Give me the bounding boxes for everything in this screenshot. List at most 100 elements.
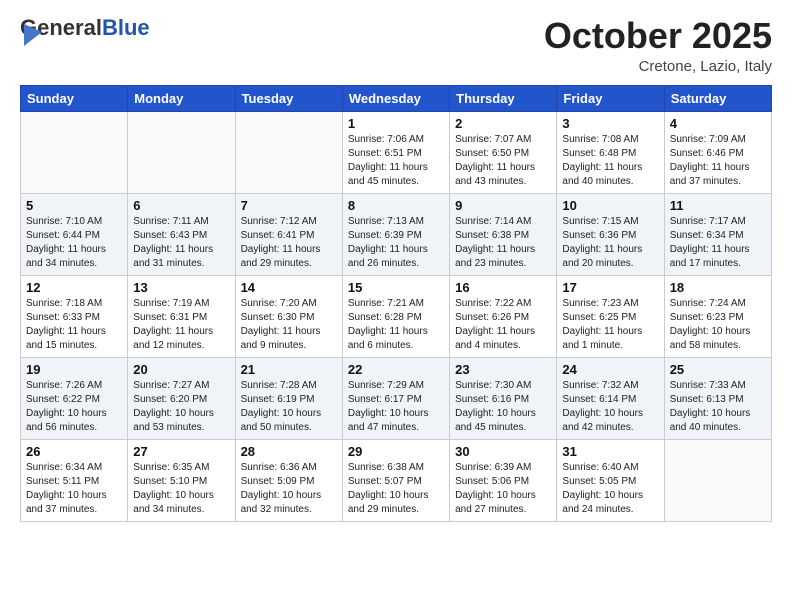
day-number: 30 [455, 444, 551, 459]
day-number: 24 [562, 362, 658, 377]
calendar-title: October 2025 [544, 16, 772, 56]
week-row-5: 26 Sunrise: 6:34 AMSunset: 5:11 PMDayligh… [21, 439, 772, 521]
day-info: Sunrise: 7:26 AMSunset: 6:22 PMDaylight:… [26, 379, 122, 435]
day-number: 25 [670, 362, 766, 377]
day-number: 20 [133, 362, 229, 377]
calendar-cell-w4-d5: 24 Sunrise: 7:32 AMSunset: 6:14 PMDayligh… [557, 357, 664, 439]
calendar-cell-w2-d0: 5 Sunrise: 7:10 AMSunset: 6:44 PMDaylight… [21, 193, 128, 275]
day-info: Sunrise: 6:39 AMSunset: 5:06 PMDaylight:… [455, 461, 551, 517]
calendar-cell-w3-d0: 12 Sunrise: 7:18 AMSunset: 6:33 PMDayligh… [21, 275, 128, 357]
day-number: 3 [562, 116, 658, 131]
day-info: Sunrise: 6:36 AMSunset: 5:09 PMDaylight:… [241, 461, 337, 517]
day-number: 31 [562, 444, 658, 459]
calendar-cell-w4-d1: 20 Sunrise: 7:27 AMSunset: 6:20 PMDayligh… [128, 357, 235, 439]
day-info: Sunrise: 6:38 AMSunset: 5:07 PMDaylight:… [348, 461, 444, 517]
header-friday: Friday [557, 85, 664, 111]
day-info: Sunrise: 7:11 AMSunset: 6:43 PMDaylight:… [133, 215, 229, 271]
day-number: 10 [562, 198, 658, 213]
calendar-cell-w2-d1: 6 Sunrise: 7:11 AMSunset: 6:43 PMDaylight… [128, 193, 235, 275]
calendar-cell-w5-d6 [664, 439, 771, 521]
day-info: Sunrise: 7:10 AMSunset: 6:44 PMDaylight:… [26, 215, 122, 271]
calendar-cell-w2-d5: 10 Sunrise: 7:15 AMSunset: 6:36 PMDayligh… [557, 193, 664, 275]
week-row-4: 19 Sunrise: 7:26 AMSunset: 6:22 PMDayligh… [21, 357, 772, 439]
day-number: 16 [455, 280, 551, 295]
day-info: Sunrise: 7:07 AMSunset: 6:50 PMDaylight:… [455, 133, 551, 189]
calendar-cell-w3-d2: 14 Sunrise: 7:20 AMSunset: 6:30 PMDayligh… [235, 275, 342, 357]
header-monday: Monday [128, 85, 235, 111]
calendar-cell-w4-d0: 19 Sunrise: 7:26 AMSunset: 6:22 PMDayligh… [21, 357, 128, 439]
calendar-cell-w5-d1: 27 Sunrise: 6:35 AMSunset: 5:10 PMDayligh… [128, 439, 235, 521]
title-block: October 2025 Cretone, Lazio, Italy [544, 16, 772, 75]
calendar-cell-w1-d0 [21, 111, 128, 193]
day-number: 12 [26, 280, 122, 295]
day-info: Sunrise: 7:06 AMSunset: 6:51 PMDaylight:… [348, 133, 444, 189]
day-info: Sunrise: 7:23 AMSunset: 6:25 PMDaylight:… [562, 297, 658, 353]
day-number: 14 [241, 280, 337, 295]
day-info: Sunrise: 7:20 AMSunset: 6:30 PMDaylight:… [241, 297, 337, 353]
day-number: 23 [455, 362, 551, 377]
day-info: Sunrise: 7:15 AMSunset: 6:36 PMDaylight:… [562, 215, 658, 271]
calendar-cell-w5-d5: 31 Sunrise: 6:40 AMSunset: 5:05 PMDayligh… [557, 439, 664, 521]
calendar-cell-w1-d3: 1Sunrise: 7:06 AMSunset: 6:51 PMDaylight… [342, 111, 449, 193]
day-info: Sunrise: 7:21 AMSunset: 6:28 PMDaylight:… [348, 297, 444, 353]
day-number: 6 [133, 198, 229, 213]
week-row-1: 1Sunrise: 7:06 AMSunset: 6:51 PMDaylight… [21, 111, 772, 193]
calendar-cell-w3-d6: 18 Sunrise: 7:24 AMSunset: 6:23 PMDayligh… [664, 275, 771, 357]
week-row-3: 12 Sunrise: 7:18 AMSunset: 6:33 PMDayligh… [21, 275, 772, 357]
day-number: 5 [26, 198, 122, 213]
calendar-cell-w5-d4: 30 Sunrise: 6:39 AMSunset: 5:06 PMDayligh… [450, 439, 557, 521]
day-info: Sunrise: 7:17 AMSunset: 6:34 PMDaylight:… [670, 215, 766, 271]
calendar-cell-w5-d2: 28 Sunrise: 6:36 AMSunset: 5:09 PMDayligh… [235, 439, 342, 521]
calendar-cell-w1-d6: 4Sunrise: 7:09 AMSunset: 6:46 PMDaylight… [664, 111, 771, 193]
calendar-cell-w4-d6: 25 Sunrise: 7:33 AMSunset: 6:13 PMDayligh… [664, 357, 771, 439]
calendar-cell-w3-d5: 17 Sunrise: 7:23 AMSunset: 6:25 PMDayligh… [557, 275, 664, 357]
day-number: 19 [26, 362, 122, 377]
calendar-page: GeneralBlue October 2025 Cretone, Lazio,… [0, 0, 792, 538]
day-info: Sunrise: 7:14 AMSunset: 6:38 PMDaylight:… [455, 215, 551, 271]
calendar-cell-w3-d3: 15Sunrise: 7:21 AMSunset: 6:28 PMDayligh… [342, 275, 449, 357]
day-info: Sunrise: 7:32 AMSunset: 6:14 PMDaylight:… [562, 379, 658, 435]
day-info: Sunrise: 7:33 AMSunset: 6:13 PMDaylight:… [670, 379, 766, 435]
logo-blue: Blue [102, 15, 150, 40]
day-info: Sunrise: 6:34 AMSunset: 5:11 PMDaylight:… [26, 461, 122, 517]
day-number: 7 [241, 198, 337, 213]
day-info: Sunrise: 7:30 AMSunset: 6:16 PMDaylight:… [455, 379, 551, 435]
day-info: Sunrise: 7:24 AMSunset: 6:23 PMDaylight:… [670, 297, 766, 353]
day-number: 18 [670, 280, 766, 295]
calendar-cell-w3-d4: 16 Sunrise: 7:22 AMSunset: 6:26 PMDayligh… [450, 275, 557, 357]
header: GeneralBlue October 2025 Cretone, Lazio,… [20, 16, 772, 75]
day-number: 26 [26, 444, 122, 459]
calendar-cell-w1-d2 [235, 111, 342, 193]
day-number: 9 [455, 198, 551, 213]
calendar-cell-w1-d1 [128, 111, 235, 193]
logo: GeneralBlue [20, 16, 150, 58]
calendar-cell-w4-d4: 23 Sunrise: 7:30 AMSunset: 6:16 PMDayligh… [450, 357, 557, 439]
day-info: Sunrise: 6:40 AMSunset: 5:05 PMDaylight:… [562, 461, 658, 517]
weekday-header-row: Sunday Monday Tuesday Wednesday Thursday… [21, 85, 772, 111]
day-number: 29 [348, 444, 444, 459]
calendar-cell-w2-d3: 8Sunrise: 7:13 AMSunset: 6:39 PMDaylight… [342, 193, 449, 275]
day-number: 21 [241, 362, 337, 377]
calendar-cell-w2-d2: 7Sunrise: 7:12 AMSunset: 6:41 PMDaylight… [235, 193, 342, 275]
header-sunday: Sunday [21, 85, 128, 111]
day-number: 27 [133, 444, 229, 459]
calendar-cell-w1-d4: 2 Sunrise: 7:07 AMSunset: 6:50 PMDaylight… [450, 111, 557, 193]
day-info: Sunrise: 6:35 AMSunset: 5:10 PMDaylight:… [133, 461, 229, 517]
day-info: Sunrise: 7:29 AMSunset: 6:17 PMDaylight:… [348, 379, 444, 435]
day-info: Sunrise: 7:22 AMSunset: 6:26 PMDaylight:… [455, 297, 551, 353]
calendar-cell-w2-d6: 11 Sunrise: 7:17 AMSunset: 6:34 PMDayligh… [664, 193, 771, 275]
day-number: 17 [562, 280, 658, 295]
calendar-cell-w1-d5: 3 Sunrise: 7:08 AMSunset: 6:48 PMDaylight… [557, 111, 664, 193]
day-info: Sunrise: 7:18 AMSunset: 6:33 PMDaylight:… [26, 297, 122, 353]
day-info: Sunrise: 7:08 AMSunset: 6:48 PMDaylight:… [562, 133, 658, 189]
day-number: 13 [133, 280, 229, 295]
week-row-2: 5 Sunrise: 7:10 AMSunset: 6:44 PMDaylight… [21, 193, 772, 275]
day-info: Sunrise: 7:28 AMSunset: 6:19 PMDaylight:… [241, 379, 337, 435]
day-number: 11 [670, 198, 766, 213]
header-wednesday: Wednesday [342, 85, 449, 111]
day-number: 2 [455, 116, 551, 131]
day-number: 28 [241, 444, 337, 459]
day-info: Sunrise: 7:19 AMSunset: 6:31 PMDaylight:… [133, 297, 229, 353]
day-info: Sunrise: 7:09 AMSunset: 6:46 PMDaylight:… [670, 133, 766, 189]
day-info: Sunrise: 7:27 AMSunset: 6:20 PMDaylight:… [133, 379, 229, 435]
